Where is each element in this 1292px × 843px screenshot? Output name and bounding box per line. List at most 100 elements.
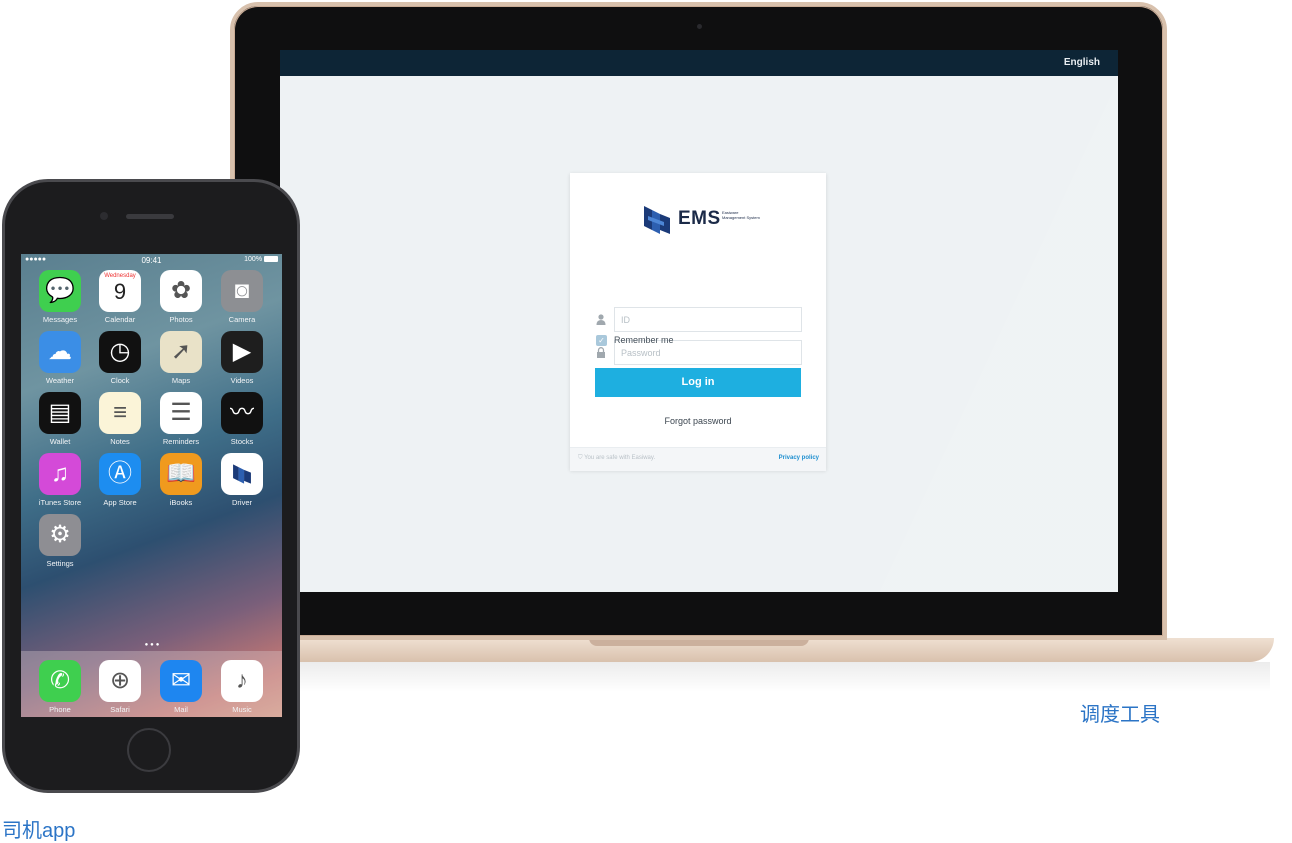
app-weather[interactable]: ☁ Weather: [30, 331, 90, 385]
app-camera[interactable]: ◙ Camera: [212, 270, 272, 324]
app-mail[interactable]: ✉ Mail: [151, 660, 211, 714]
ibooks-icon: 📖: [160, 453, 202, 495]
app-app-store[interactable]: Ⓐ App Store: [90, 453, 150, 507]
stocks-icon: 〰: [221, 392, 263, 434]
messages-icon: 💬: [39, 270, 81, 312]
reminders-icon: ☰: [160, 392, 202, 434]
app-label: iBooks: [169, 498, 193, 507]
phone-caption: 司机app: [2, 820, 76, 842]
app-label: Phone: [49, 705, 71, 714]
app-label: Messages: [42, 315, 78, 324]
remember-checkbox[interactable]: ✓: [596, 335, 607, 346]
app-label: iTunes Store: [38, 498, 82, 507]
app-messages[interactable]: 💬 Messages: [30, 270, 90, 324]
phone-front-camera: [100, 212, 108, 220]
app-label: Videos: [230, 376, 254, 385]
driver-app-icon: [221, 453, 263, 495]
app-label: Notes: [110, 437, 130, 446]
calendar-weekday: Wednesday: [104, 273, 136, 279]
app-label: Reminders: [162, 437, 200, 446]
app-phone[interactable]: ✆ Phone: [30, 660, 90, 714]
app-stocks[interactable]: 〰 Stocks: [212, 392, 272, 446]
app-maps[interactable]: ➚ Maps: [151, 331, 211, 385]
app-calendar[interactable]: Wednesday 9 Calendar: [90, 270, 150, 324]
settings-icon: ⚙: [39, 514, 81, 556]
id-input[interactable]: ID: [614, 307, 802, 332]
user-icon: [596, 314, 606, 328]
privacy-policy-link[interactable]: Privacy policy: [779, 455, 819, 461]
laptop-caption: 调度工具: [1080, 704, 1160, 726]
app-label: Camera: [228, 315, 256, 324]
app-label: Music: [232, 705, 252, 714]
login-button[interactable]: Log in: [595, 368, 801, 397]
app-label: Weather: [45, 376, 75, 385]
status-bar: ●●●●● 09:41 100%: [21, 254, 282, 266]
wallet-icon: ▤: [39, 392, 81, 434]
app-photos[interactable]: ✿ Photos: [151, 270, 211, 324]
music-icon: ♪: [221, 660, 263, 702]
login-card-footer: ⛉ You are safe with Easiway. Privacy pol…: [570, 447, 826, 471]
mail-icon: ✉: [160, 660, 202, 702]
clock-icon: ◷: [99, 331, 141, 373]
app-settings[interactable]: ⚙ Settings: [30, 514, 90, 568]
app-label: Wallet: [49, 437, 71, 446]
app-label: Driver: [232, 498, 252, 507]
login-card: EMS Easiware Management System ID Passwo…: [570, 173, 826, 471]
camera-icon: ◙: [221, 270, 263, 312]
password-input-placeholder: Password: [621, 348, 661, 358]
home-button[interactable]: [127, 728, 171, 772]
phone-icon: ✆: [39, 660, 81, 702]
app-label: Calendar: [104, 315, 136, 324]
app-label: Stocks: [230, 437, 254, 446]
page-indicator: ●●●: [144, 642, 162, 648]
app-store-icon: Ⓐ: [99, 453, 141, 495]
app-clock[interactable]: ◷ Clock: [90, 331, 150, 385]
itunes-store-icon: ♫: [39, 453, 81, 495]
app-driver[interactable]: Driver: [212, 453, 272, 507]
app-label: Mail: [174, 705, 188, 714]
safe-notice: ⛉ You are safe with Easiway.: [578, 455, 655, 462]
weather-icon: ☁: [39, 331, 81, 373]
laptop-camera: [697, 24, 702, 29]
app-label: Safari: [110, 705, 130, 714]
battery-indicator: 100%: [244, 256, 278, 263]
battery-icon: [264, 256, 278, 263]
app-notes[interactable]: ≡ Notes: [90, 392, 150, 446]
id-input-placeholder: ID: [621, 315, 630, 325]
language-switch[interactable]: English: [1064, 57, 1100, 68]
app-label: Clock: [110, 376, 130, 385]
shield-icon: ⛉: [578, 455, 583, 461]
safari-icon: ⊕: [99, 660, 141, 702]
app-label: Maps: [171, 376, 191, 385]
maps-icon: ➚: [160, 331, 202, 373]
app-label: App Store: [103, 498, 137, 507]
laptop-shadow: [300, 662, 1270, 692]
calendar-icon: Wednesday 9: [99, 270, 141, 312]
app-music[interactable]: ♪ Music: [212, 660, 272, 714]
forgot-password-link[interactable]: Forgot password: [570, 416, 826, 426]
app-itunes-store[interactable]: ♫ iTunes Store: [30, 453, 90, 507]
status-time: 09:41: [141, 256, 162, 265]
app-videos[interactable]: ▶ Videos: [212, 331, 272, 385]
safe-notice-text: You are safe with Easiway.: [584, 455, 656, 461]
app-ibooks[interactable]: 📖 iBooks: [151, 453, 211, 507]
ems-logo-mark-icon: [644, 206, 670, 234]
laptop-screen: English EMS Easiware Management System I…: [280, 50, 1118, 592]
app-safari[interactable]: ⊕ Safari: [90, 660, 150, 714]
photos-icon: ✿: [160, 270, 202, 312]
remember-label: Remember me: [614, 335, 674, 345]
app-label: Photos: [169, 315, 193, 324]
app-header: English: [280, 50, 1118, 76]
app-wallet[interactable]: ▤ Wallet: [30, 392, 90, 446]
app-reminders[interactable]: ☰ Reminders: [151, 392, 211, 446]
videos-icon: ▶: [221, 331, 263, 373]
app-label: Settings: [46, 559, 74, 568]
logo-name: EMS: [678, 208, 721, 229]
logo-subtitle: Easiware Management System: [722, 210, 760, 220]
phone-speaker: [126, 214, 174, 219]
calendar-date: 9: [113, 279, 127, 304]
phone-home-screen: ●●●●● 09:41 100% ●●● 💬 Messages Wednesday 9…: [21, 254, 282, 717]
lock-icon: [596, 347, 606, 361]
notes-icon: ≡: [99, 392, 141, 434]
ems-logo: EMS Easiware Management System: [642, 203, 762, 237]
